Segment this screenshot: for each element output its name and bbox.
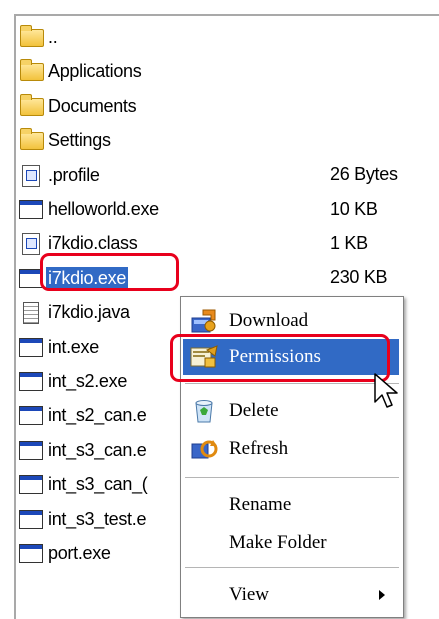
menu-label-rename: Rename bbox=[229, 494, 292, 515]
menu-item-delete[interactable]: Delete bbox=[183, 393, 399, 429]
exe-icon bbox=[18, 198, 44, 220]
menu-item-view[interactable]: View bbox=[183, 577, 399, 613]
exe-icon bbox=[18, 439, 44, 461]
file-name: i7kdio.class bbox=[48, 233, 138, 254]
menu-label-download: Download bbox=[229, 310, 309, 331]
file-row[interactable]: Documents bbox=[18, 91, 428, 121]
file-size: 10 KB bbox=[330, 198, 378, 219]
file-row[interactable]: Settings bbox=[18, 125, 428, 155]
file-row[interactable]: i7kdio.class 1 KB bbox=[18, 228, 428, 258]
file-row[interactable]: .profile 26 Bytes bbox=[18, 160, 428, 190]
file-name: i7kdio.exe bbox=[46, 266, 129, 289]
file-name: i7kdio.java bbox=[48, 302, 130, 323]
menu-separator bbox=[185, 477, 399, 479]
file-row[interactable]: .. bbox=[18, 22, 428, 52]
menu-item-refresh[interactable]: Refresh bbox=[183, 431, 399, 467]
file-size: 230 KB bbox=[330, 267, 388, 288]
file-name: int.exe bbox=[48, 336, 99, 357]
menu-label-make-folder: Make Folder bbox=[229, 532, 327, 553]
exe-icon bbox=[18, 473, 44, 495]
context-menu: Download Permissions Delete Refresh Rena… bbox=[180, 296, 404, 618]
menu-item-download[interactable]: Download bbox=[183, 303, 399, 339]
file-name: Settings bbox=[48, 130, 111, 151]
exe-icon bbox=[18, 542, 44, 564]
doc-icon bbox=[18, 301, 44, 325]
file-row[interactable]: Applications bbox=[18, 56, 428, 86]
permissions-icon bbox=[189, 344, 219, 370]
file-name: Documents bbox=[48, 95, 137, 116]
folder-icon bbox=[18, 25, 44, 48]
download-icon bbox=[189, 308, 219, 334]
file-row[interactable]: i7kdio.exe 230 KB bbox=[18, 263, 428, 293]
file-name: .profile bbox=[48, 164, 100, 185]
menu-item-make-folder[interactable]: Make Folder bbox=[183, 525, 399, 561]
mouse-pointer-icon bbox=[374, 373, 398, 408]
file-name: port.exe bbox=[48, 543, 111, 563]
menu-item-permissions[interactable]: Permissions bbox=[183, 339, 399, 375]
file-icon bbox=[18, 232, 44, 256]
menu-label-delete: Delete bbox=[229, 400, 279, 421]
file-name: helloworld.exe bbox=[48, 199, 159, 219]
file-name: .. bbox=[48, 27, 58, 47]
menu-label-permissions: Permissions bbox=[229, 346, 321, 367]
submenu-arrow-icon bbox=[379, 590, 385, 600]
file-name: int_s2.exe bbox=[48, 371, 128, 391]
file-name: int_s3_can.e bbox=[48, 439, 147, 460]
file-size: 26 Bytes bbox=[330, 164, 398, 185]
menu-separator bbox=[185, 383, 399, 385]
file-row[interactable]: helloworld.exe 10 KB bbox=[18, 194, 428, 224]
menu-label-refresh: Refresh bbox=[229, 438, 289, 459]
folder-icon bbox=[18, 93, 44, 117]
folder-icon bbox=[18, 128, 44, 151]
file-name: int_s3_can_( bbox=[48, 474, 148, 495]
exe-icon bbox=[18, 267, 44, 289]
file-name: Applications bbox=[48, 61, 142, 82]
folder-icon bbox=[18, 59, 44, 82]
exe-icon bbox=[18, 370, 44, 392]
menu-label-view: View bbox=[229, 584, 270, 605]
exe-icon bbox=[18, 508, 44, 530]
menu-separator bbox=[185, 567, 399, 569]
recycle-bin-icon bbox=[189, 398, 219, 424]
file-name: int_s2_can.e bbox=[48, 405, 147, 426]
exe-icon bbox=[18, 404, 44, 426]
file-icon bbox=[18, 164, 44, 187]
menu-item-rename[interactable]: Rename bbox=[183, 487, 399, 523]
refresh-icon bbox=[189, 436, 219, 462]
file-size: 1 KB bbox=[330, 232, 368, 253]
file-name: int_s3_test.e bbox=[48, 508, 147, 529]
exe-icon bbox=[18, 336, 44, 358]
